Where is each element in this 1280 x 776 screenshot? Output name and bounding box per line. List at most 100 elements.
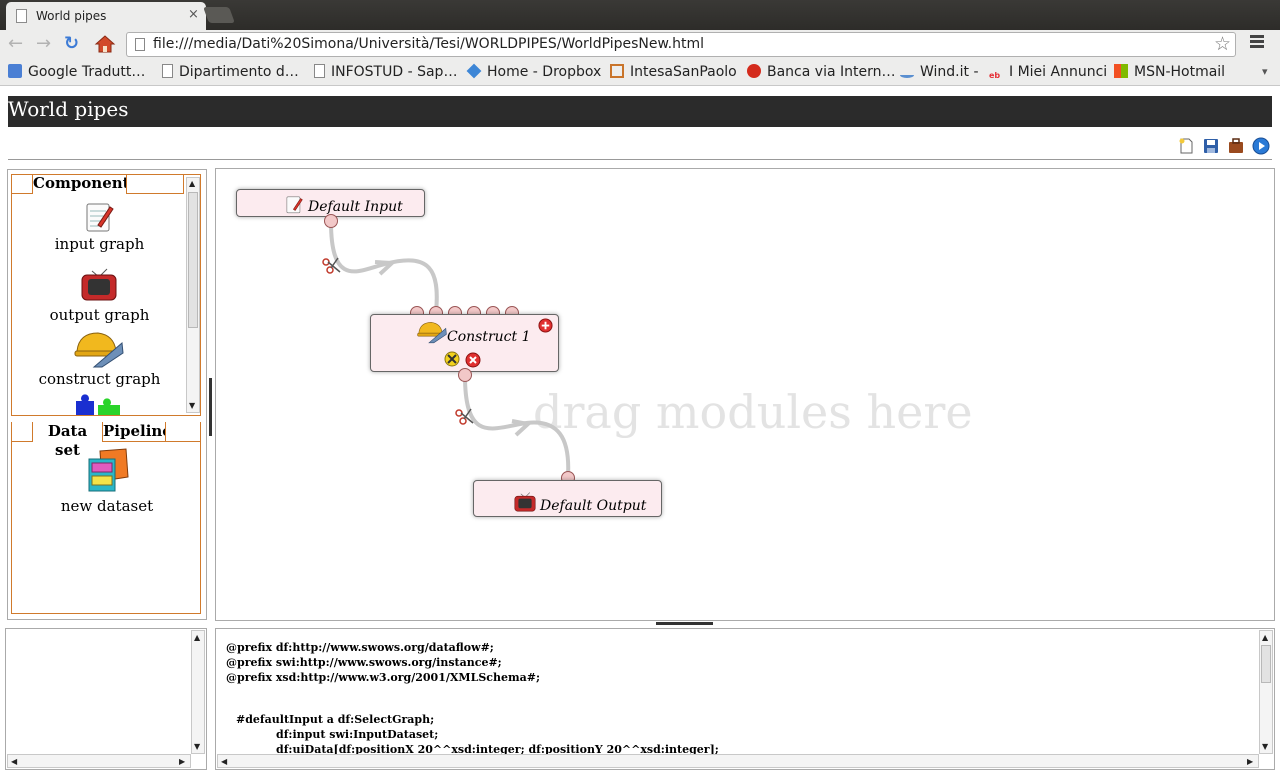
module-default-input[interactable]: Default Input xyxy=(236,189,425,217)
scroll-thumb[interactable] xyxy=(1261,645,1271,683)
vertical-splitter[interactable] xyxy=(209,378,212,436)
drag-hint-text: drag modules here xyxy=(533,385,973,439)
dataset-new[interactable]: new dataset xyxy=(12,497,202,515)
new-tab-button[interactable] xyxy=(203,7,235,23)
intesa-icon xyxy=(610,64,624,78)
ebay-icon: eb xyxy=(989,71,1001,80)
delete-icon[interactable] xyxy=(465,352,481,368)
scroll-right-icon[interactable]: ▶ xyxy=(1247,758,1253,766)
tab-spacer xyxy=(165,422,201,442)
google-translate-icon xyxy=(8,64,22,78)
run-icon[interactable] xyxy=(1252,137,1270,155)
bookmark-intesa[interactable]: IntesaSanPaolo xyxy=(610,64,737,80)
new-document-icon[interactable] xyxy=(1177,137,1195,155)
components-scrollbar[interactable]: ▲ ▼ xyxy=(186,177,200,413)
app-title: World pipes xyxy=(8,97,129,121)
tab-spacer xyxy=(11,422,33,442)
settings-tools-icon[interactable] xyxy=(444,351,460,367)
tab-pipeline[interactable]: Pipeline xyxy=(102,422,172,442)
wind-icon xyxy=(900,72,914,78)
bookmark-banca[interactable]: Banca via Intern… xyxy=(747,64,895,80)
tv-icon[interactable] xyxy=(80,263,118,303)
notepad-pencil-icon xyxy=(286,196,303,214)
component-construct-graph[interactable]: construct graph xyxy=(12,370,187,388)
tab-data-set[interactable]: Data set xyxy=(32,422,103,459)
scroll-left-icon[interactable]: ◀ xyxy=(11,758,17,766)
scroll-left-icon[interactable]: ◀ xyxy=(221,758,227,766)
bookmark-infostud[interactable]: INFOSTUD - Sap… xyxy=(314,64,457,80)
tv-icon xyxy=(514,492,536,512)
output-terminal[interactable] xyxy=(324,214,338,228)
horizontal-splitter[interactable] xyxy=(656,622,713,625)
browser-toolbar: ← → ↻ file:///media/Dati%20Simona/Univer… xyxy=(0,30,1280,60)
scroll-down-icon[interactable]: ▼ xyxy=(1262,743,1268,751)
code-hscroll[interactable]: ◀ ▶ xyxy=(217,754,1259,768)
page-icon xyxy=(162,64,173,78)
dataset-panel: Data set Pipeline new dataset xyxy=(11,422,201,614)
bottom-left-panel: ▲ ▼ ◀ ▶ xyxy=(5,628,207,770)
bookmark-star-icon[interactable]: ☆ xyxy=(1214,33,1231,55)
bookmark-wind[interactable]: Wind.it - xyxy=(900,64,979,80)
page-icon xyxy=(16,9,27,23)
forward-arrow-icon[interactable]: → xyxy=(36,34,51,54)
close-tab-icon[interactable]: × xyxy=(188,7,199,22)
bookmarks-bar: Google Tradutt… Dipartimento d… INFOSTUD… xyxy=(0,60,1280,86)
unicredit-icon xyxy=(747,64,761,78)
toolbar-divider xyxy=(8,159,1272,160)
browser-tab-bar: World pipes × xyxy=(0,0,1280,30)
code-line: @prefix xsd:http://www.w3.org/2001/XMLSc… xyxy=(226,671,541,684)
tab-spacer xyxy=(12,175,33,194)
add-icon[interactable] xyxy=(538,318,553,333)
scroll-down-icon[interactable]: ▼ xyxy=(189,402,195,410)
module-title: Default Input xyxy=(308,199,403,215)
reload-icon[interactable]: ↻ xyxy=(64,34,79,54)
save-icon[interactable] xyxy=(1202,137,1220,155)
scroll-thumb[interactable] xyxy=(188,192,198,328)
module-default-output[interactable]: Default Output xyxy=(473,480,662,517)
bookmark-msn[interactable]: MSN-Hotmail xyxy=(1114,64,1225,80)
puzzle-icon[interactable] xyxy=(74,393,122,416)
address-bar[interactable]: file:///media/Dati%20Simona/Università/T… xyxy=(126,32,1236,57)
briefcase-icon[interactable] xyxy=(1227,137,1245,155)
code-line: @prefix swi:http://www.swows.org/instanc… xyxy=(226,656,502,669)
components-panel: Componenti input graph output graph cons… xyxy=(11,174,201,416)
component-input-graph[interactable]: input graph xyxy=(12,235,187,253)
output-terminal[interactable] xyxy=(458,368,472,382)
hardhat-tools-icon[interactable] xyxy=(74,329,124,369)
tab-spacer xyxy=(126,175,184,194)
tab-title: World pipes xyxy=(36,9,107,23)
page-icon xyxy=(314,64,325,78)
bookmark-dipartimento[interactable]: Dipartimento d… xyxy=(162,64,299,80)
module-construct[interactable]: Construct 1 xyxy=(370,314,559,372)
bookmark-ebay[interactable]: eb I Miei Annunci xyxy=(989,64,1107,83)
back-arrow-icon[interactable]: ← xyxy=(8,34,23,54)
code-panel[interactable]: @prefix df:http://www.swows.org/dataflow… xyxy=(215,628,1275,770)
browser-menu-icon[interactable] xyxy=(1250,35,1264,51)
url-text: file:///media/Dati%20Simona/Università/T… xyxy=(153,36,704,52)
scroll-down-icon[interactable]: ▼ xyxy=(194,743,200,751)
component-output-graph[interactable]: output graph xyxy=(12,306,187,324)
page-icon xyxy=(135,38,145,51)
scroll-up-icon[interactable]: ▲ xyxy=(189,180,195,188)
home-icon[interactable] xyxy=(94,33,116,55)
notepad-pencil-icon[interactable] xyxy=(84,201,114,233)
code-line: df:input swi:InputDataset; xyxy=(276,728,439,741)
bookmark-dropbox[interactable]: Home - Dropbox xyxy=(466,63,601,80)
code-vscroll[interactable]: ▲ ▼ xyxy=(1259,630,1273,754)
filing-cabinet-icon[interactable] xyxy=(86,447,132,493)
app-header: World pipes xyxy=(8,96,1272,127)
bookmark-google-translate[interactable]: Google Tradutt… xyxy=(8,64,145,80)
scroll-up-icon[interactable]: ▲ xyxy=(1262,634,1268,642)
bottom-left-vscroll[interactable]: ▲ ▼ xyxy=(191,630,205,754)
browser-tab[interactable]: World pipes × xyxy=(6,2,206,30)
scroll-up-icon[interactable]: ▲ xyxy=(194,634,200,642)
code-line: #defaultInput a df:SelectGraph; xyxy=(236,713,435,726)
bookmarks-overflow-icon[interactable]: ▾ xyxy=(1262,65,1268,78)
hardhat-tools-icon xyxy=(417,322,447,344)
module-title: Construct 1 xyxy=(447,329,531,345)
tab-componenti[interactable]: Componenti xyxy=(32,175,135,194)
code-line: @prefix df:http://www.swows.org/dataflow… xyxy=(226,641,494,654)
bottom-left-hscroll[interactable]: ◀ ▶ xyxy=(7,754,191,768)
scroll-right-icon[interactable]: ▶ xyxy=(179,758,185,766)
windows-icon xyxy=(1114,64,1128,78)
